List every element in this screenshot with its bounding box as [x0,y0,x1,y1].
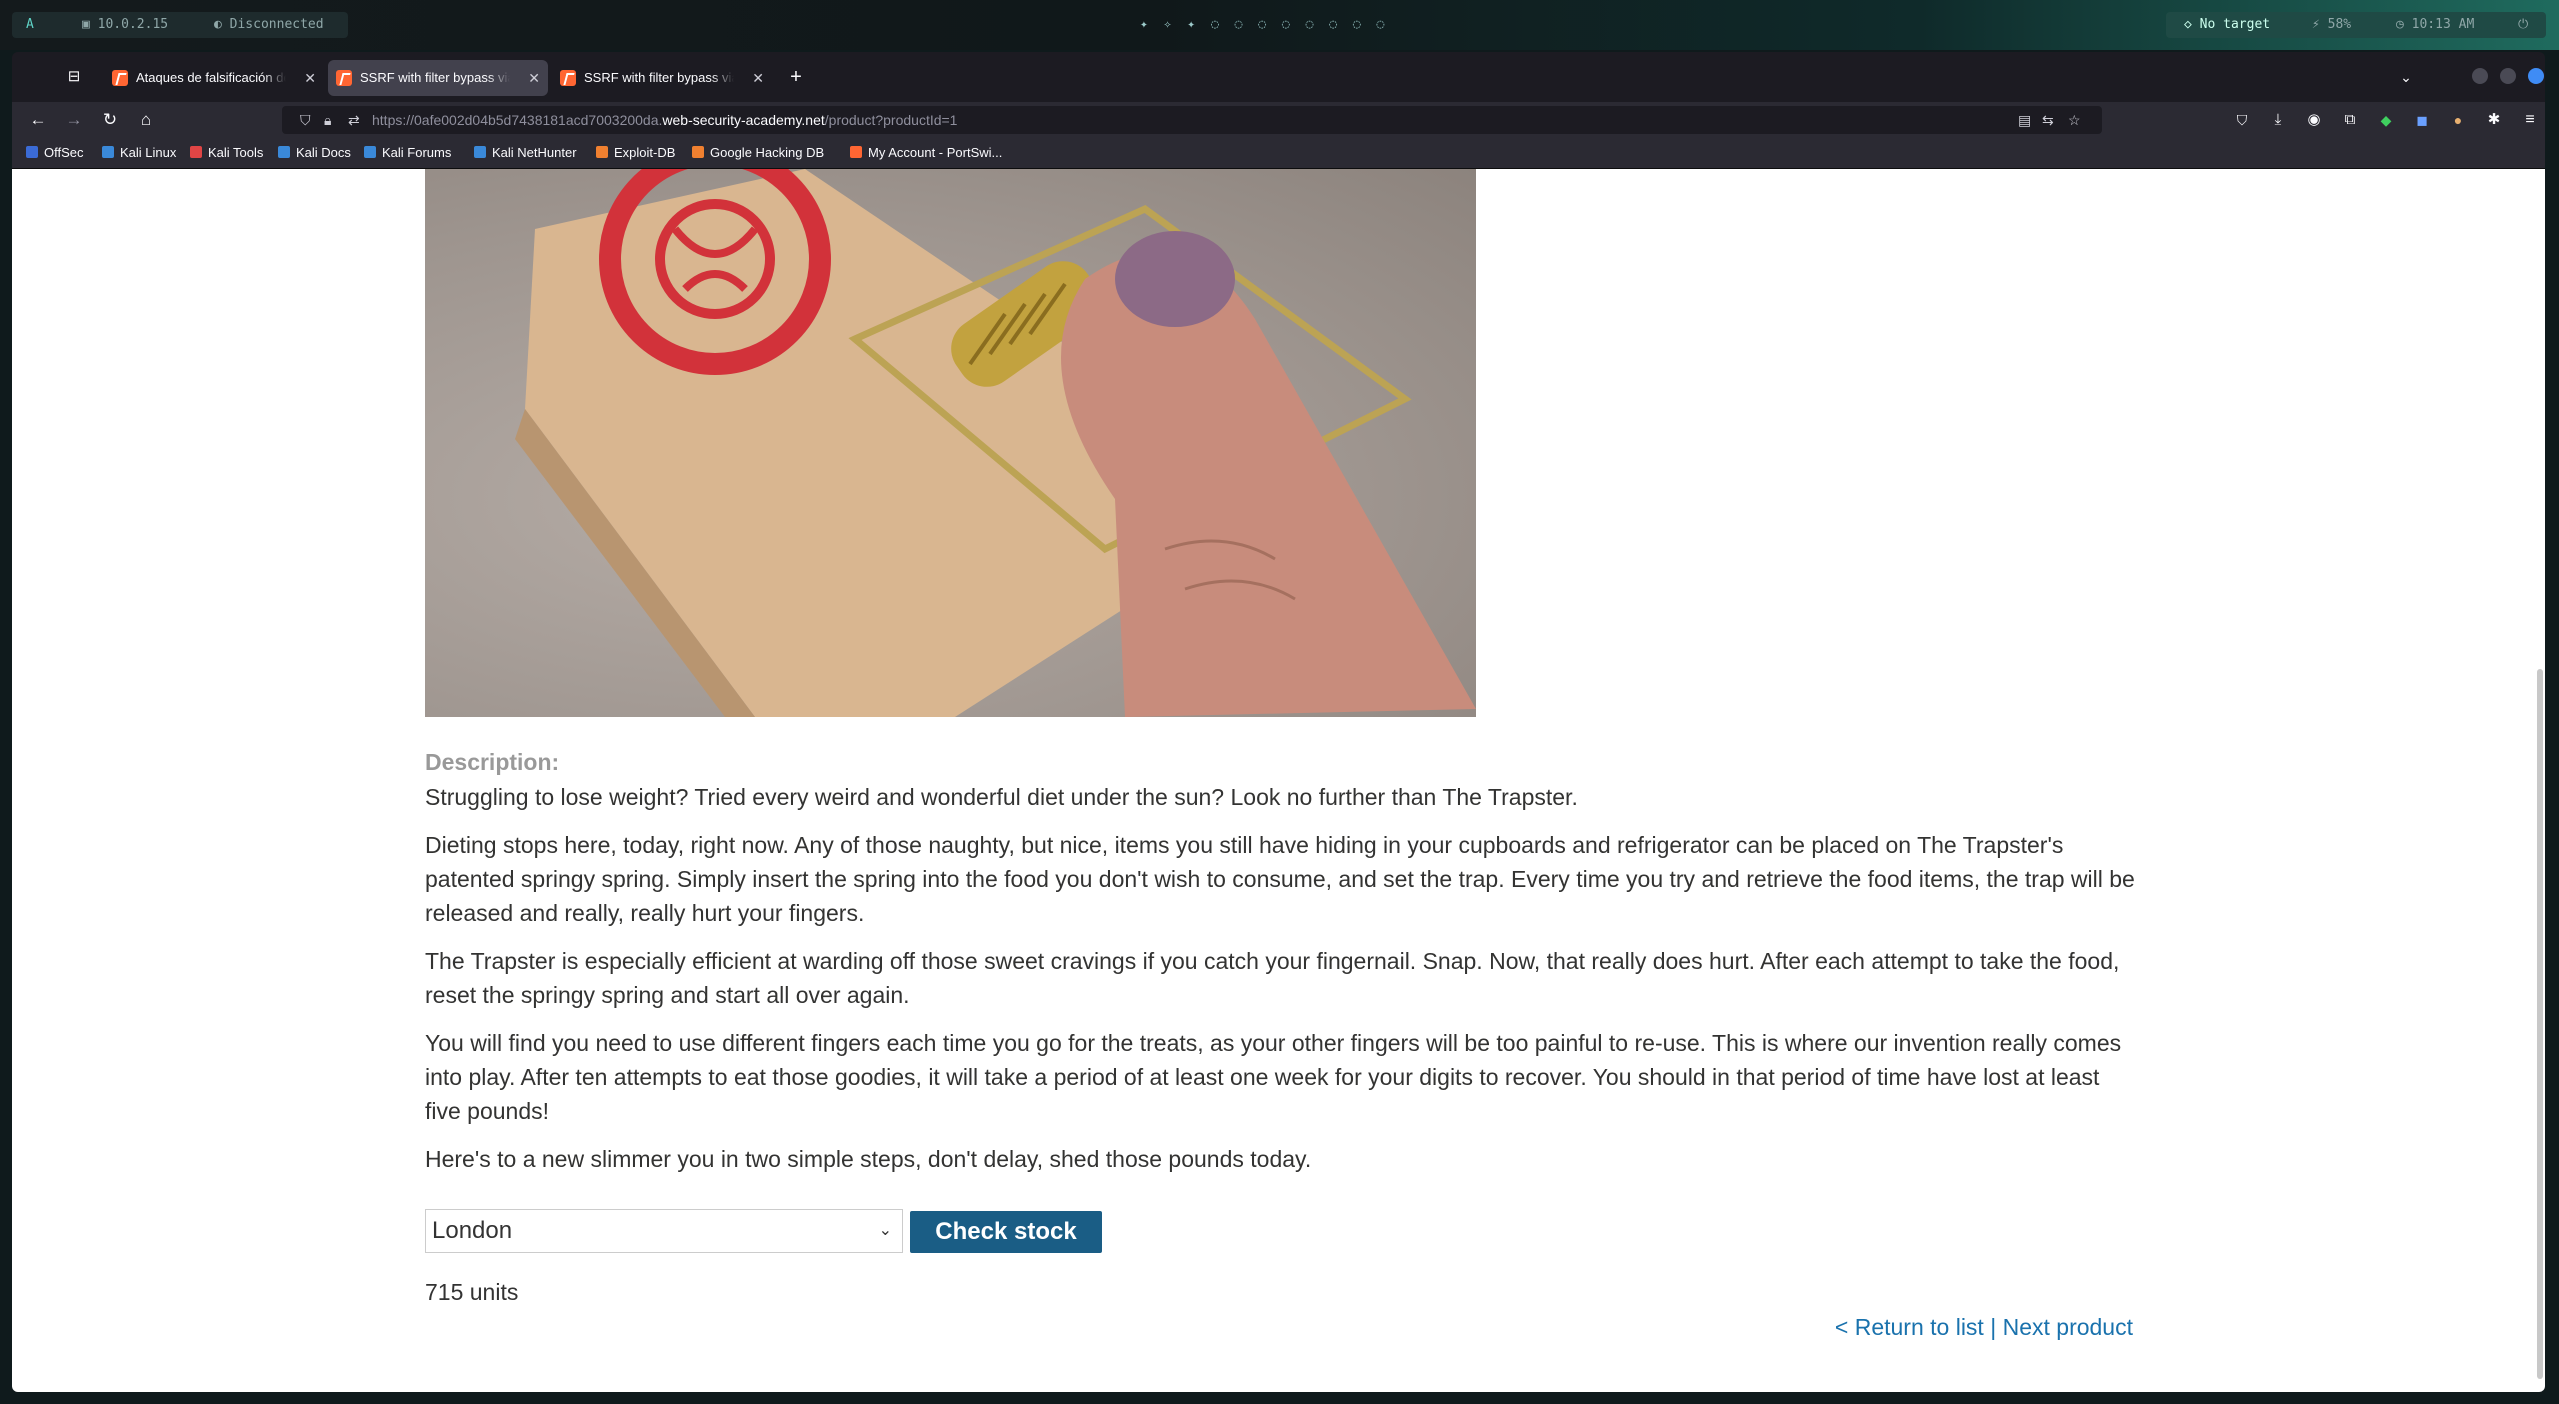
tab-ssrf-active[interactable]: SSRF with filter bypass via ✕ [328,60,548,96]
system-status-left: A ▣ 10.0.2.15 ◐ Disconnected [12,12,348,38]
description-label: Description: [425,749,560,775]
system-status-right: ◇ No target ⚡ 58% ◷ 10:13 AM ⏻ [2166,12,2546,38]
bookmark-item[interactable]: Google Hacking DB [692,138,824,168]
return-to-list-link[interactable]: < Return to list [1835,1314,1984,1340]
url-text[interactable]: https://0afe002d04b5d7438181acd7003200da… [372,106,957,134]
lock-icon[interactable]: 🔒︎ [324,106,331,134]
bookmark-item[interactable]: OffSec [26,138,84,168]
description-paragraph: Here's to a new slimmer you in two simpl… [425,1146,1312,1172]
desktop-top-bar: A ▣ 10.0.2.15 ◐ Disconnected ✦ ✧ ✦ ◌ ◌ ◌… [0,0,2559,50]
portswigger-favicon-icon [112,70,128,86]
portswigger-favicon-icon [560,70,576,86]
bookmark-favicon-icon [692,146,704,158]
product-navigation-links: < Return to list | Next product [1835,1314,2133,1341]
account-icon[interactable]: ◉ [2300,106,2328,134]
battery-indicator: ⚡ 58% [2312,17,2352,32]
bookmark-label: Kali Linux [120,145,177,160]
bookmark-item[interactable]: Kali Tools [190,138,263,168]
vpn-status: ◐ Disconnected [214,17,324,32]
address-bar[interactable]: ⛉ 🔒︎ ⇄ https://0afe002d04b5d7438181acd70… [282,106,2102,134]
minimize-window-button[interactable] [2472,68,2488,84]
link-separator: | [1990,1314,1997,1340]
page-content: Description: Struggling to lose weight? … [12,169,2545,1392]
page-scrollbar[interactable] [2537,669,2543,1379]
bookmark-favicon-icon [102,146,114,158]
home-icon[interactable]: ⌂ [132,106,160,134]
bookmark-item[interactable]: Kali NetHunter [474,138,577,168]
tab-ssrf[interactable]: SSRF with filter bypass via ✕ [552,60,772,96]
description-paragraph: You will find you need to use different … [425,1030,2122,1124]
maximize-window-button[interactable] [2500,68,2516,84]
browser-window: ⊟ Ataques de falsificación de ✕ SSRF wit… [12,52,2545,1392]
portswigger-favicon-icon [336,70,352,86]
close-window-button[interactable] [2528,68,2544,84]
bookmark-label: Kali Forums [382,145,452,160]
bookmark-favicon-icon [190,146,202,158]
chevron-down-icon: ⌄ [878,1222,892,1239]
navigation-toolbar: ← → ↻ ⌂ ⛉ 🔒︎ ⇄ https://0afe002d04b5d7438… [12,102,2545,138]
ip-address: ▣ 10.0.2.15 [82,17,169,32]
tab-overview-icon[interactable]: ⊟ [60,63,88,91]
bookmark-item[interactable]: Exploit-DB [596,138,675,168]
reload-icon[interactable]: ↻ [96,106,124,134]
bookmark-label: Kali NetHunter [492,145,577,160]
close-tab-icon[interactable]: ✕ [528,60,540,96]
translate-icon[interactable]: ⇆ [2042,106,2054,134]
bookmark-favicon-icon [278,146,290,158]
workspace-indicator[interactable]: A [26,12,34,38]
tab-ataques[interactable]: Ataques de falsificación de ✕ [104,60,324,96]
next-product-link[interactable]: Next product [2003,1314,2133,1340]
permissions-icon[interactable]: ⇄ [348,106,360,134]
workspace-icons[interactable]: ✦ ✧ ✦ ◌ ◌ ◌ ◌ ◌ ◌ ◌ ◌ [1140,12,1420,38]
description-paragraph: Dieting stops here, today, right now. An… [425,832,2135,926]
pocket-icon[interactable]: ⛉ [2228,106,2256,134]
bookmark-favicon-icon [474,146,486,158]
bookmark-label: Kali Tools [208,145,264,160]
extensions-icon[interactable]: ⧉ [2336,106,2364,134]
extension-puzzle-icon[interactable]: ✱ [2480,106,2508,134]
target-indicator[interactable]: ◇ No target [2184,12,2270,38]
bookmark-label: Kali Docs [296,145,351,160]
back-arrow-icon[interactable]: ← [24,106,52,134]
bookmark-star-icon[interactable]: ☆ [2068,106,2081,134]
power-icon[interactable]: ⏻ [2518,12,2528,38]
bookmark-label: My Account - PortSwi... [868,145,1003,160]
bookmark-item[interactable]: Kali Linux [102,138,176,168]
bookmark-label: OffSec [44,145,84,160]
bookmark-favicon-icon [364,146,376,158]
close-tab-icon[interactable]: ✕ [304,60,316,96]
bookmark-item[interactable]: Kali Docs [278,138,351,168]
tracking-shield-icon[interactable]: ⛉ [300,106,311,134]
product-image-mousetrap [425,169,1476,717]
description-paragraph: The Trapster is especially efficient at … [425,948,2120,1008]
tab-strip: ⊟ Ataques de falsificación de ✕ SSRF wit… [12,52,2545,102]
extension-cookie-icon[interactable]: ● [2444,106,2472,134]
bookmark-label: Google Hacking DB [710,145,825,160]
bookmarks-toolbar: OffSec Kali Linux Kali Tools Kali Docs Kali … [12,138,2545,169]
bookmark-label: Exploit-DB [614,145,676,160]
reader-view-icon[interactable]: ▤ [2018,106,2031,134]
extension-blue-icon[interactable]: ◼ [2408,106,2436,134]
list-tabs-chevron-down-icon[interactable]: ⌄ [2392,63,2420,91]
new-tab-icon[interactable]: + [782,63,810,91]
product-description: Struggling to lose weight? Tried every w… [425,780,2135,1190]
store-select[interactable]: London ⌄ [425,1209,903,1253]
bookmark-favicon-icon [26,146,38,158]
bookmark-favicon-icon [850,146,862,158]
menu-hamburger-icon[interactable]: ≡ [2516,106,2544,134]
close-tab-icon[interactable]: ✕ [752,60,764,96]
check-stock-button[interactable]: Check stock [910,1211,1102,1253]
extension-green-icon[interactable]: ◆ [2372,106,2400,134]
forward-arrow-icon[interactable]: → [60,106,88,134]
description-paragraph: Struggling to lose weight? Tried every w… [425,784,1578,810]
bookmark-item[interactable]: Kali Forums [364,138,451,168]
stock-result-text: 715 units [425,1279,519,1305]
downloads-icon[interactable]: ⤓ [2264,106,2292,134]
clock: ◷ 10:13 AM [2396,17,2475,32]
bookmark-item[interactable]: My Account - PortSwi... [850,138,1002,168]
bookmark-favicon-icon [596,146,608,158]
mousetrap-finger-illustration [515,169,1476,717]
